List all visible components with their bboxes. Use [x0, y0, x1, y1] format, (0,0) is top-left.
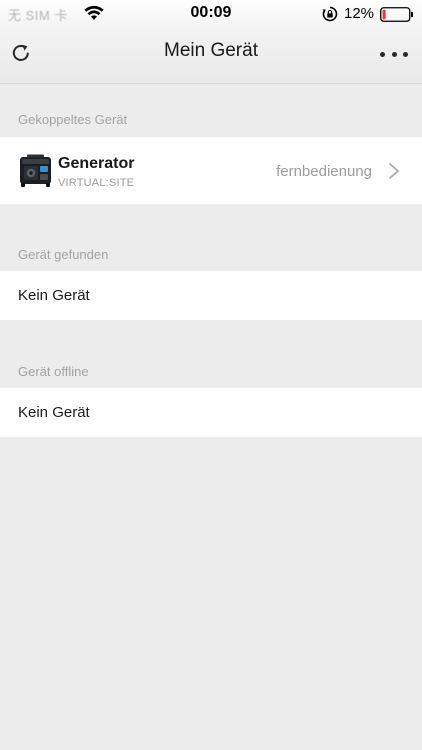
device-subtitle: VIRTUAL:SITE — [58, 177, 135, 189]
status-bar: 无 SIM 卡 00:09 12% — [0, 0, 422, 28]
offline-empty-row: Kein Gerät — [0, 388, 422, 437]
more-icon-dot — [391, 51, 397, 57]
more-button[interactable] — [380, 42, 408, 66]
offline-empty-label: Kein Gerät — [18, 404, 90, 421]
more-icon-dot — [380, 51, 385, 57]
chevron-right-icon — [389, 163, 399, 179]
more-icon-dot — [403, 51, 408, 57]
section-header-found: Gerät gefunden — [18, 247, 109, 262]
battery-fill — [382, 9, 386, 20]
app-screen: 无 SIM 卡 00:09 12% Mein Gerät Gekoppeltes… — [0, 0, 422, 750]
found-empty-row: Kein Gerät — [0, 271, 422, 320]
nav-bar: Mein Gerät — [0, 28, 422, 84]
device-row-generator[interactable]: Generator VIRTUAL:SITE fernbedienung — [0, 137, 422, 204]
section-header-paired: Gekoppeltes Gerät — [18, 112, 128, 127]
generator-icon — [20, 154, 51, 187]
rotation-lock-icon — [322, 6, 338, 22]
top-bar: 无 SIM 卡 00:09 12% Mein Gerät — [0, 0, 422, 84]
device-status: fernbedienung — [276, 163, 372, 180]
found-empty-label: Kein Gerät — [18, 287, 90, 304]
battery-percent: 12% — [344, 5, 375, 22]
section-header-offline: Gerät offline — [18, 364, 89, 379]
page-title: Mein Gerät — [164, 40, 258, 61]
device-name: Generator — [58, 155, 135, 172]
battery-icon — [380, 7, 413, 22]
